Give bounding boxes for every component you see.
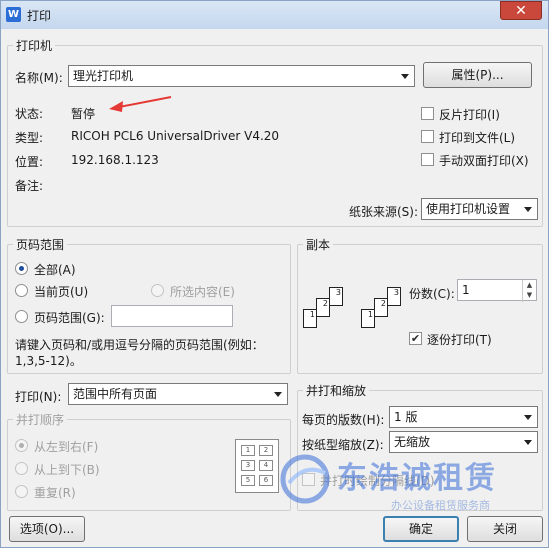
collate-pages-icon: 3 2 1 — [361, 287, 409, 337]
scale-select[interactable]: 无缩放 — [389, 431, 538, 453]
status-value: 暂停 — [71, 107, 96, 121]
pages-per-sheet-select[interactable]: 1 版 — [389, 406, 538, 428]
close-window-button[interactable]: ✕ — [500, 1, 542, 20]
range-all-radio[interactable] — [15, 262, 28, 275]
print-what-value: 范围中所有页面 — [73, 387, 158, 401]
print-what-label: 打印(N): — [15, 390, 62, 404]
chevron-down-icon — [524, 415, 532, 420]
order-ttb-radio[interactable] — [15, 462, 28, 475]
page-order-grid-icon: 1 2 3 4 5 6 — [235, 439, 279, 493]
properties-button[interactable]: 属性(P)... — [423, 62, 532, 88]
chevron-down-icon — [524, 207, 532, 212]
manual-duplex-label[interactable]: 手动双面打印(X) — [439, 152, 529, 169]
reverse-print-checkbox[interactable] — [421, 107, 434, 120]
copies-stepper[interactable]: ▲ ▼ — [522, 280, 536, 302]
order-ttb-label[interactable]: 从上到下(B) — [34, 461, 100, 478]
title-bar: W 打印 ✕ — [1, 1, 548, 29]
printer-group-title: 打印机 — [13, 37, 56, 54]
print-dialog: W 打印 ✕ 打印机 名称(M): 理光打印机 属性(P)... 状态: 暂停 … — [0, 0, 549, 548]
copies-group-title: 副本 — [303, 236, 334, 253]
type-value: RICOH PCL6 UniversalDriver V4.20 — [71, 129, 280, 143]
print-to-file-label[interactable]: 打印到文件(L) — [439, 129, 515, 146]
options-button[interactable]: 选项(O)... — [9, 516, 85, 542]
order-group-title: 并打顺序 — [13, 411, 68, 428]
printer-name-value: 理光打印机 — [73, 69, 134, 83]
range-pages-radio[interactable] — [15, 310, 28, 323]
annotation-arrow-icon — [109, 96, 172, 112]
watermark-title: 东浩诚租赁 — [337, 461, 497, 496]
range-current-label[interactable]: 当前页(U) — [34, 283, 88, 300]
watermark-subtitle: 办公设备租赁服务商 — [391, 499, 490, 512]
manual-duplex-checkbox[interactable] — [421, 153, 434, 166]
printer-name-label: 名称(M): — [15, 71, 63, 85]
range-current-radio[interactable] — [15, 284, 28, 297]
collate-label[interactable]: 逐份打印(T) — [427, 331, 492, 348]
range-pages-label[interactable]: 页码范围(G): — [34, 309, 105, 326]
page-range-group-title: 页码范围 — [13, 236, 68, 253]
print-what-select[interactable]: 范围中所有页面 — [68, 383, 288, 405]
order-repeat-label[interactable]: 重复(R) — [34, 484, 76, 501]
paper-source-select[interactable]: 使用打印机设置 — [421, 198, 538, 220]
copies-label: 份数(C): — [409, 287, 455, 301]
copies-value: 1 — [462, 283, 470, 297]
reverse-print-label[interactable]: 反片打印(I) — [439, 106, 500, 123]
location-label: 位置: — [15, 155, 44, 169]
watermark-logo: 东浩诚租赁 办公设备租赁服务商 — [279, 451, 544, 521]
spin-up-icon[interactable]: ▲ — [523, 280, 536, 290]
range-all-label[interactable]: 全部(A) — [34, 261, 76, 278]
paper-source-value: 使用打印机设置 — [426, 202, 511, 216]
status-label: 状态: — [15, 107, 44, 121]
chevron-down-icon — [524, 440, 532, 445]
close-button[interactable]: 关闭 — [467, 516, 543, 542]
spin-down-icon[interactable]: ▼ — [523, 290, 536, 300]
page-range-hint-1: 请键入页码和/或用逗号分隔的页码范围(例如： — [15, 338, 264, 352]
printer-name-select[interactable]: 理光打印机 — [68, 65, 415, 87]
copies-input[interactable]: 1 ▲ ▼ — [457, 279, 537, 302]
order-ltr-radio[interactable] — [15, 439, 28, 452]
page-range-input[interactable] — [111, 305, 233, 327]
order-ltr-label[interactable]: 从左到右(F) — [34, 438, 98, 455]
comment-label: 备注: — [15, 179, 44, 193]
scale-value: 无缩放 — [394, 435, 431, 449]
range-selection-radio[interactable] — [151, 284, 164, 297]
chevron-down-icon — [401, 74, 409, 79]
page-range-hint-2: 1,3,5-12)。 — [15, 354, 82, 368]
zoom-group-title: 并打和缩放 — [303, 382, 370, 399]
pages-per-sheet-value: 1 版 — [394, 410, 418, 424]
window-title: 打印 — [27, 9, 52, 23]
order-repeat-radio[interactable] — [15, 485, 28, 498]
collate-pages-icon: 3 2 1 — [303, 287, 351, 337]
pages-per-sheet-label: 每页的版数(H): — [302, 413, 385, 427]
ok-button[interactable]: 确定 — [383, 516, 459, 542]
chevron-down-icon — [274, 392, 282, 397]
location-value: 192.168.1.123 — [71, 153, 159, 167]
globe-logo-icon — [280, 454, 330, 504]
paper-source-label: 纸张来源(S): — [349, 205, 419, 219]
print-to-file-checkbox[interactable] — [421, 130, 434, 143]
range-selection-label[interactable]: 所选内容(E) — [170, 283, 235, 300]
wps-writer-icon: W — [6, 7, 21, 22]
type-label: 类型: — [15, 131, 44, 145]
collate-checkbox[interactable]: ✔ — [409, 332, 422, 345]
